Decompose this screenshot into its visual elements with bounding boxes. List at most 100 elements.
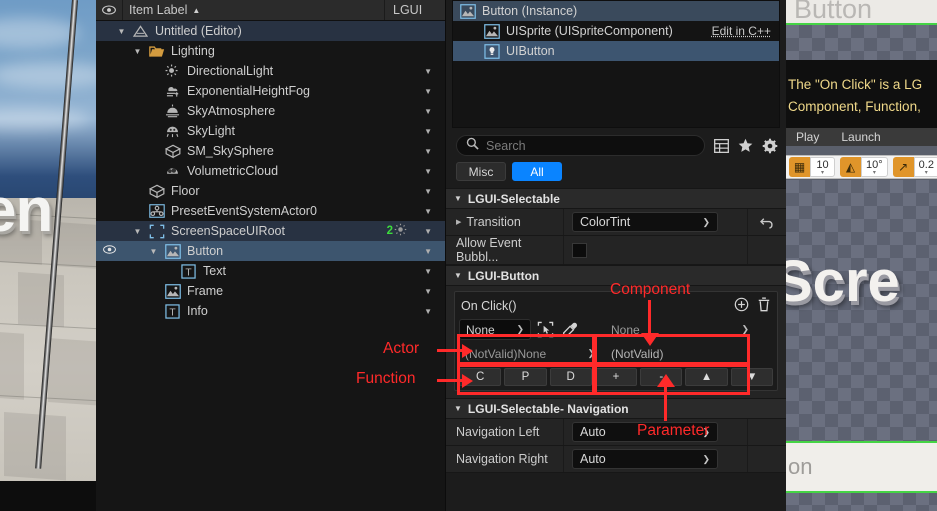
table-icon[interactable] xyxy=(714,138,729,153)
static-mesh-icon xyxy=(148,184,165,199)
onclick-button-down[interactable]: ▼ xyxy=(730,368,773,386)
category-lgui-button[interactable]: ▼ LGUI-Button xyxy=(446,265,786,286)
outliner-row-lighting[interactable]: ▼ Lighting xyxy=(96,41,445,61)
ui-text-icon: T xyxy=(164,303,181,319)
outliner-row-frame[interactable]: ▼ Frame ▼ xyxy=(96,281,445,301)
edit-in-cpp-link[interactable]: Edit in C++ xyxy=(712,24,771,38)
row-options-chevron-icon[interactable]: ▼ xyxy=(424,307,432,316)
function-value: (NotValid)None xyxy=(465,346,547,361)
row-options-chevron-icon[interactable]: ▼ xyxy=(424,287,432,296)
category-lgui-selectable[interactable]: ▼ LGUI-Selectable xyxy=(446,188,786,209)
onclick-button-add[interactable]: + xyxy=(594,368,638,386)
filter-chip-misc[interactable]: Misc xyxy=(456,162,506,181)
actor-dropdown[interactable]: None ❯ xyxy=(459,319,531,340)
onclick-button-up[interactable]: ▲ xyxy=(685,368,728,386)
allow-event-bubble-checkbox[interactable] xyxy=(572,242,587,258)
transition-dropdown[interactable]: ColorTint ❯ xyxy=(572,212,718,232)
outliner-row-skylight[interactable]: ▼ SkyLight ▼ xyxy=(96,121,445,141)
parameter-field[interactable]: (NotValid) xyxy=(605,343,755,364)
outliner-row-preseteventsystemactor0[interactable]: ▼ PresetEventSystemActor0 ▼ xyxy=(96,201,445,221)
star-icon[interactable] xyxy=(738,138,753,153)
outliner-row-exponentialheightfog[interactable]: ▼ ExponentialHeightFog ▼ xyxy=(96,81,445,101)
outliner-row-floor[interactable]: ▼ Floor ▼ xyxy=(96,181,445,201)
eyedropper-icon[interactable] xyxy=(560,320,579,339)
row-options-chevron-icon[interactable]: ▼ xyxy=(424,127,432,136)
visibility-eye-icon[interactable] xyxy=(100,245,118,257)
snap-value[interactable]: 10 ▾ xyxy=(810,157,835,177)
outliner-row-volumetriccloud[interactable]: ▼ VolumetricCloud ▼ xyxy=(96,161,445,181)
column-header-item-label[interactable]: Item Label ▲ xyxy=(122,0,385,20)
chevron-down-icon[interactable]: ▼ xyxy=(148,247,159,256)
svg-text:T: T xyxy=(185,267,192,278)
grid-snap-icon[interactable]: ▦ xyxy=(789,157,810,177)
component-dropdown[interactable]: None ❯ xyxy=(605,319,755,340)
row-options-chevron-icon[interactable]: ▼ xyxy=(424,227,432,236)
plus-circle-icon[interactable] xyxy=(734,297,749,315)
property-label-transition[interactable]: ▶ Transition xyxy=(446,209,564,235)
outliner-row-label: VolumetricCloud xyxy=(187,164,279,178)
trash-icon[interactable] xyxy=(757,297,771,315)
folder-icon xyxy=(148,44,165,59)
navigation-left-dropdown[interactable]: Auto ❯ xyxy=(572,422,718,442)
outliner-row-text[interactable]: ▼ T Text ▼ xyxy=(96,261,445,281)
row-options-chevron-icon[interactable]: ▼ xyxy=(424,187,432,196)
tooltip-line-2: Component, Function, xyxy=(788,99,921,114)
outliner-row-sm-skysphere[interactable]: ▼ SM_SkySphere ▼ xyxy=(96,141,445,161)
menu-item-play[interactable]: Play xyxy=(796,130,819,144)
onclick-button-c[interactable]: C xyxy=(459,368,502,386)
navigation-right-dropdown[interactable]: Auto ❯ xyxy=(572,449,718,469)
filter-chip-all[interactable]: All xyxy=(512,162,562,181)
outliner-row-untitled-editor[interactable]: ▼ Untitled (Editor) xyxy=(96,21,445,41)
chevron-down-icon[interactable]: ▼ xyxy=(116,27,127,36)
scale-snap-icon[interactable]: ↗ xyxy=(892,157,914,177)
tree-spacer: ▼ xyxy=(148,127,159,136)
outliner-row-screenspaceuiroot[interactable]: ▼ ScreenSpaceUIRoot 2 ▼ xyxy=(96,221,445,241)
snap-value[interactable]: 10° ▾ xyxy=(861,157,888,177)
ui-field-panel[interactable]: on xyxy=(786,441,937,493)
row-options-chevron-icon[interactable]: ▼ xyxy=(424,67,432,76)
select-actor-icon[interactable] xyxy=(536,320,555,339)
component-row-uibutton[interactable]: UIButton xyxy=(453,41,779,61)
left-3d-viewport[interactable]: en xyxy=(0,0,96,511)
angle-snap-icon[interactable]: ◭ xyxy=(840,157,861,177)
search-input[interactable]: Search xyxy=(456,135,705,156)
onclick-button-remove[interactable]: - xyxy=(640,368,683,386)
row-options-chevron-icon[interactable]: ▼ xyxy=(424,267,432,276)
snap-control-angle-snap[interactable]: ◭ 10° ▾ xyxy=(840,157,888,177)
snap-value[interactable]: 0.2 ▾ xyxy=(913,157,937,177)
sort-ascending-icon: ▲ xyxy=(192,5,201,15)
row-options-chevron-icon[interactable]: ▼ xyxy=(424,167,432,176)
dropdown-value: ColorTint xyxy=(580,215,631,229)
outliner-row-directionallight[interactable]: ▼ DirectionalLight ▼ xyxy=(96,61,445,81)
revert-icon[interactable] xyxy=(748,209,786,235)
light-count-badge: 2 xyxy=(387,223,407,239)
column-header-lgui[interactable]: LGUI xyxy=(385,3,445,17)
row-options-chevron-icon[interactable]: ▼ xyxy=(424,107,432,116)
snap-control-scale-snap[interactable]: ↗ 0.2 ▾ xyxy=(892,157,937,177)
row-options-chevron-icon[interactable]: ▼ xyxy=(424,147,432,156)
menu-item-launch[interactable]: Launch xyxy=(841,130,880,144)
snap-control-grid-snap[interactable]: ▦ 10 ▾ xyxy=(789,157,835,177)
outliner-row-label: Lighting xyxy=(171,44,215,58)
component-row-uisprite-uispritecomponent[interactable]: UISprite (UISpriteComponent) Edit in C++ xyxy=(453,21,779,41)
chevron-down-icon[interactable]: ▼ xyxy=(132,227,143,236)
gear-icon[interactable] xyxy=(762,138,778,154)
onclick-button-p[interactable]: P xyxy=(504,368,547,386)
outliner-row-skyatmosphere[interactable]: ▼ SkyAtmosphere ▼ xyxy=(96,101,445,121)
category-lgui-selectable-navigation[interactable]: ▼ LGUI-Selectable- Navigation xyxy=(446,398,786,419)
outliner-row-button[interactable]: ▼ Button ▼ xyxy=(96,241,445,261)
chevron-down-icon: ❯ xyxy=(702,453,710,464)
eye-icon[interactable] xyxy=(96,5,122,15)
editor-menu-bar: Play Launch xyxy=(786,128,937,146)
function-dropdown[interactable]: (NotValid)None ❯ xyxy=(459,343,601,364)
row-options-chevron-icon[interactable]: ▼ xyxy=(424,87,432,96)
right-ui-viewport[interactable]: Button The "On Click" is a LG Component,… xyxy=(786,0,937,511)
chevron-down-icon[interactable]: ▼ xyxy=(132,47,143,56)
outliner-row-info[interactable]: ▼ T Info ▼ xyxy=(96,301,445,321)
row-options-chevron-icon[interactable]: ▼ xyxy=(424,247,432,256)
component-row-button-instance[interactable]: Button (Instance) xyxy=(453,1,779,21)
row-options-chevron-icon[interactable]: ▼ xyxy=(424,207,432,216)
onclick-button-d[interactable]: D xyxy=(549,368,592,386)
chevron-down-icon: ❯ xyxy=(741,324,749,334)
sky-light-icon xyxy=(164,124,181,139)
